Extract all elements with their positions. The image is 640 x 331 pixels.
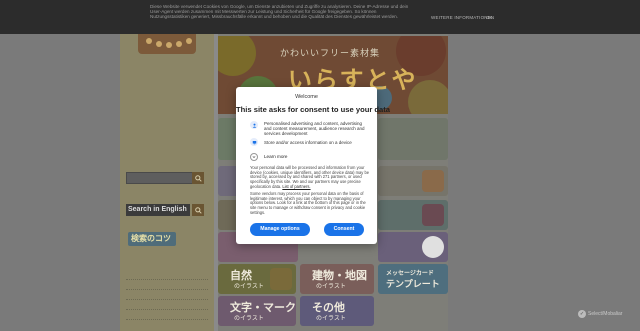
consent-button[interactable]: Consent — [324, 223, 364, 236]
tile-subtitle: テンプレート — [386, 279, 440, 289]
list-item[interactable] — [126, 290, 208, 300]
search-in-english-button[interactable] — [192, 204, 204, 216]
search-icon — [194, 174, 202, 182]
page-margin-right — [448, 0, 640, 331]
banner-subtitle: かわいいフリー素材集 — [280, 48, 381, 58]
tile-subtitle: のイラスト — [234, 284, 264, 290]
device-icon — [250, 138, 258, 146]
consent-dialog: Welcome This site asks for consent to us… — [236, 87, 391, 244]
cookie-ok-button[interactable]: OK — [486, 15, 493, 20]
funding-choices-badge[interactable]: ✓ Select/Mobaliar — [578, 310, 622, 318]
tile-title: メッセージカード — [386, 271, 434, 277]
badge-label: Select/Mobaliar — [588, 311, 623, 317]
category-tile[interactable] — [378, 232, 448, 262]
list-item[interactable] — [126, 280, 208, 290]
tile-subtitle: のイラスト — [316, 284, 346, 290]
chevron-down-icon[interactable] — [250, 153, 258, 161]
purpose-storage: Store and/or access information on a dev… — [264, 140, 352, 145]
manage-options-button[interactable]: Manage options — [250, 223, 310, 236]
tile-buildings[interactable]: 建物・地図 のイラスト — [300, 264, 374, 294]
learn-more-toggle[interactable]: Learn more — [264, 154, 288, 159]
list-item[interactable] — [126, 270, 208, 280]
list-item[interactable] — [126, 300, 208, 310]
person-icon — [250, 121, 258, 129]
list-item[interactable] — [126, 310, 208, 320]
search-icon — [194, 206, 202, 214]
dialog-welcome: Welcome — [295, 94, 318, 100]
tile-nature[interactable]: 自然 のイラスト — [218, 264, 296, 294]
cookie-notice-bar: Diese Website verwendet Cookies von Goog… — [0, 0, 640, 34]
sidebar-category-list — [126, 270, 208, 320]
sidebar-search-button[interactable] — [192, 172, 204, 184]
search-tips-badge[interactable]: 検索のコツ — [128, 232, 176, 246]
tile-other[interactable]: その他 のイラスト — [300, 296, 374, 326]
tile-subtitle: のイラスト — [234, 316, 264, 322]
sidebar-search-input[interactable] — [126, 172, 196, 184]
cookie-notice-text: Diese Website verwendet Cookies von Goog… — [150, 4, 409, 20]
tile-subtitle: のイラスト — [316, 316, 346, 322]
tile-message-card[interactable]: メッセージカード テンプレート — [378, 264, 448, 294]
category-tile[interactable] — [378, 200, 448, 230]
purpose-advertising: Personalised advertising and content, ad… — [264, 121, 365, 136]
dialog-body-2: Some vendors may process your personal d… — [250, 191, 366, 215]
page-margin-left — [0, 0, 120, 331]
category-tile[interactable] — [378, 166, 448, 196]
category-tile[interactable] — [378, 118, 448, 160]
dialog-body-1: Your personal data will be processed and… — [250, 165, 371, 190]
privacy-icon: ✓ — [578, 310, 586, 318]
cookie-more-info-link[interactable]: WEITERE INFORMATIONEN — [431, 15, 494, 20]
search-in-english-input[interactable]: Search in English — [126, 204, 190, 216]
sidebar: Search in English 検索のコツ — [120, 0, 214, 331]
tile-letters-marks[interactable]: 文字・マーク のイラスト — [218, 296, 296, 326]
dialog-title: This site asks for consent to use your d… — [236, 105, 391, 114]
partners-link[interactable]: List of partners. — [282, 184, 310, 189]
